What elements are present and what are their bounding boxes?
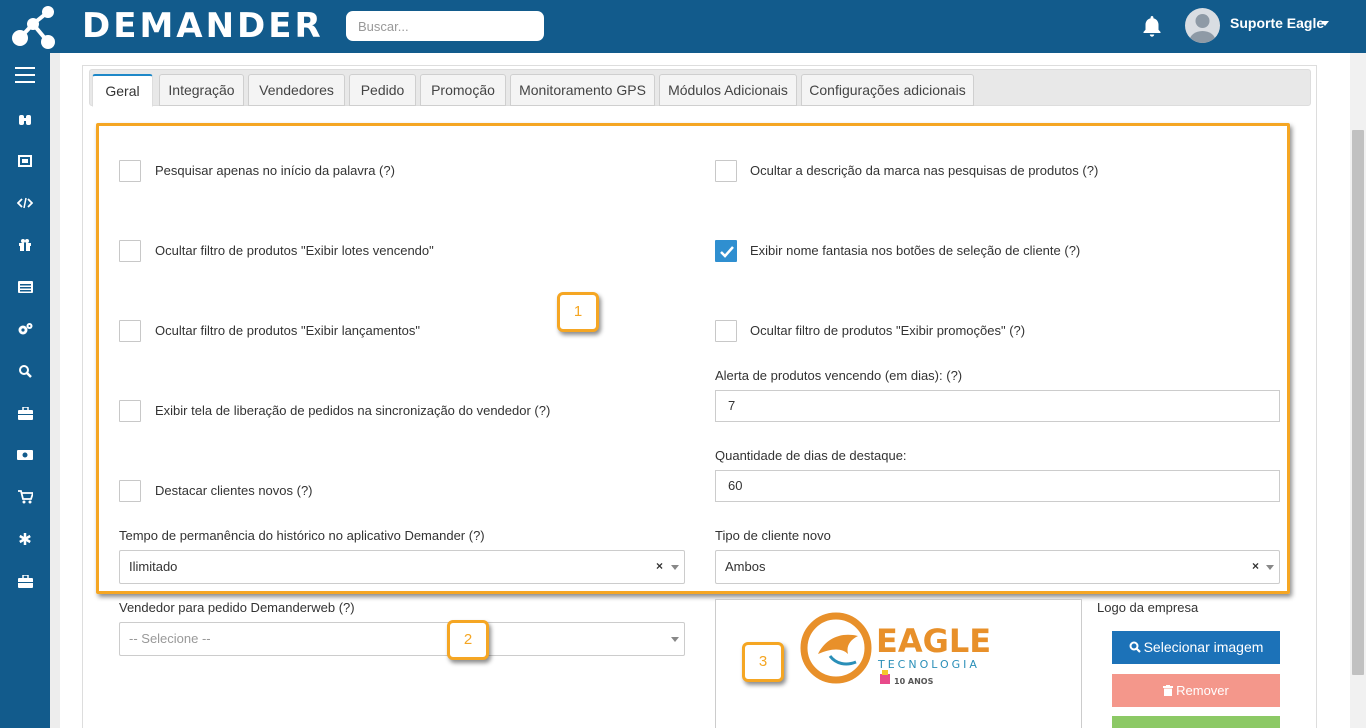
annotation-badge: 1: [557, 292, 599, 332]
gift-icon[interactable]: [0, 227, 50, 263]
tipo-label: Tipo de cliente novo: [715, 528, 831, 543]
user-icon: [1189, 14, 1216, 43]
top-navbar: DEMANDER Suporte Eagle: [0, 0, 1366, 53]
alerta-input[interactable]: 7: [715, 390, 1280, 422]
checkbox-label: Ocultar filtro de produtos "Exibir lança…: [155, 323, 421, 338]
asterisk-icon[interactable]: [0, 521, 50, 557]
annotation-badge: 2: [447, 620, 489, 660]
remove-image-label: Remover: [1176, 683, 1229, 698]
checkbox-tela-liberacao[interactable]: [119, 400, 141, 422]
destaque-input[interactable]: 60: [715, 470, 1280, 502]
eagle-logo-image: EAGLE TECNOLOGIA 10 ANOS: [800, 612, 991, 686]
cart-icon[interactable]: [0, 479, 50, 515]
checkbox-nome-fantasia[interactable]: [715, 240, 737, 262]
sidebar: [0, 53, 50, 728]
trash-icon: [1163, 685, 1174, 696]
logo-eagle-text: EAGLE: [876, 622, 991, 660]
list-icon[interactable]: [0, 269, 50, 305]
brand-name[interactable]: DEMANDER: [82, 7, 324, 45]
chevron-down-icon[interactable]: [671, 637, 679, 642]
vendedor-label: Vendedor para pedido Demanderweb (?): [119, 600, 355, 615]
tipo-value: Ambos: [725, 559, 766, 574]
vendedor-select[interactable]: -- Selecione --: [119, 622, 685, 656]
tab-monitoramento-gps[interactable]: Monitoramento GPS: [510, 74, 655, 106]
tipo-select[interactable]: Ambos ×: [715, 550, 1280, 584]
select-image-label: Selecionar imagem: [1143, 639, 1264, 655]
search-icon: [1129, 641, 1141, 653]
tempo-value: Ilimitado: [129, 559, 178, 574]
tab-promocao[interactable]: Promoção: [420, 74, 506, 106]
money-icon[interactable]: [0, 437, 50, 473]
checkbox-label: Exibir tela de liberação de pedidos na s…: [155, 403, 551, 418]
highlight-frame: [96, 123, 1290, 594]
menu-icon[interactable]: [0, 57, 50, 93]
tempo-label: Tempo de permanência do histórico no apl…: [119, 528, 485, 543]
checkmark-icon: [720, 246, 734, 258]
tempo-select[interactable]: Ilimitado ×: [119, 550, 685, 584]
tab-pedido[interactable]: Pedido: [349, 74, 416, 106]
checkbox-label: Ocultar filtro de produtos "Exibir lotes…: [155, 243, 434, 258]
checkbox-label: Ocultar filtro de produtos "Exibir promo…: [750, 323, 1026, 338]
bell-icon[interactable]: [1140, 14, 1164, 38]
checkbox-ocultar-promocoes[interactable]: [715, 320, 737, 342]
checkbox-label: Destacar clientes novos (?): [155, 483, 313, 498]
avatar[interactable]: [1185, 8, 1220, 43]
logo-anniversary-text: 10 ANOS: [894, 677, 934, 686]
checkbox-pesquisar-inicio[interactable]: [119, 160, 141, 182]
alerta-label: Alerta de produtos vencendo (em dias): (…: [715, 368, 963, 383]
code-icon[interactable]: [0, 185, 50, 221]
chevron-down-icon[interactable]: [1266, 565, 1274, 570]
user-name[interactable]: Suporte Eagle: [1230, 15, 1324, 31]
checkbox-label: Pesquisar apenas no início da palavra (?…: [155, 163, 395, 178]
briefcase-icon[interactable]: [0, 395, 50, 431]
demander-logo-icon[interactable]: [10, 4, 56, 50]
tab-configuracoes-adicionais[interactable]: Configurações adicionais: [801, 74, 974, 106]
clear-icon[interactable]: ×: [656, 559, 663, 573]
select-image-button[interactable]: Selecionar imagem: [1112, 631, 1280, 664]
destaque-label: Quantidade de dias de destaque:: [715, 448, 907, 463]
toolbox-icon[interactable]: [0, 563, 50, 599]
tab-bar: Geral Integração Vendedores Pedido Promo…: [89, 69, 1311, 107]
vendedor-placeholder: -- Selecione --: [129, 631, 211, 646]
search-icon[interactable]: [0, 353, 50, 389]
gears-icon[interactable]: [0, 311, 50, 347]
annotation-badge: 3: [742, 642, 784, 682]
scrollbar-thumb[interactable]: [1352, 130, 1364, 675]
chevron-down-icon[interactable]: [671, 565, 679, 570]
tab-geral[interactable]: Geral: [92, 74, 153, 107]
checkbox-ocultar-lotes-vencendo[interactable]: [119, 240, 141, 262]
upload-button[interactable]: [1112, 716, 1280, 728]
logo-tecnologia-text: TECNOLOGIA: [877, 658, 980, 671]
logo-section-label: Logo da empresa: [1097, 600, 1199, 615]
remove-image-button[interactable]: Remover: [1112, 674, 1280, 707]
binoculars-icon[interactable]: [0, 101, 50, 137]
clear-icon[interactable]: ×: [1252, 559, 1259, 573]
checkbox-destacar-clientes[interactable]: [119, 480, 141, 502]
checkbox-ocultar-lancamentos[interactable]: [119, 320, 141, 342]
chevron-down-icon[interactable]: [1321, 21, 1329, 26]
tab-vendedores[interactable]: Vendedores: [248, 74, 345, 106]
checkbox-label: Ocultar a descrição da marca nas pesquis…: [750, 163, 1099, 178]
search-input[interactable]: [346, 11, 544, 41]
tab-integracao[interactable]: Integração: [159, 74, 244, 106]
dashboard-icon[interactable]: [0, 143, 50, 179]
checkbox-label: Exibir nome fantasia nos botões de seleç…: [750, 243, 1081, 258]
checkbox-ocultar-marca[interactable]: [715, 160, 737, 182]
tab-modulos-adicionais[interactable]: Módulos Adicionais: [659, 74, 797, 106]
